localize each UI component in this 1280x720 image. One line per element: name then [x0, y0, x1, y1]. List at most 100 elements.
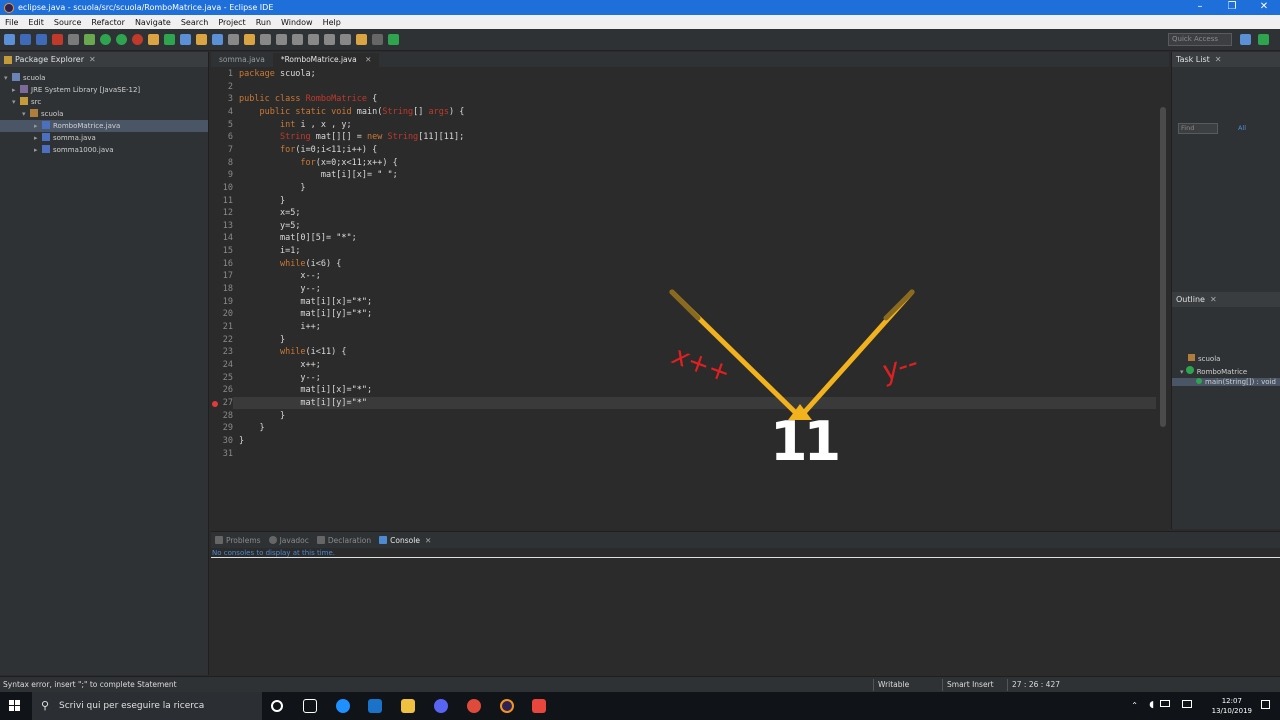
chevron-right-icon[interactable]: ▸ — [34, 132, 42, 144]
tab-declaration[interactable]: Declaration — [316, 536, 371, 545]
close-icon[interactable]: ✕ — [1210, 295, 1217, 304]
discord-icon[interactable] — [434, 699, 448, 713]
code-line: } — [239, 423, 265, 434]
status-bar: Syntax error, insert ";" to complete Sta… — [0, 676, 1280, 692]
forward-icon[interactable] — [372, 34, 383, 45]
chevron-right-icon[interactable]: ▸ — [34, 144, 42, 156]
tree-item-project[interactable]: ▾ scuola — [0, 72, 208, 84]
pin-editor-icon[interactable] — [388, 34, 399, 45]
chevron-down-icon[interactable]: ▾ — [12, 96, 20, 108]
close-icon[interactable]: ✕ — [89, 55, 96, 64]
highlight-icon[interactable] — [244, 34, 255, 45]
menu-run[interactable]: Run — [251, 18, 276, 27]
tree-item-jre[interactable]: ▸ JRE System Library [JavaSE-12] — [0, 84, 208, 96]
run-icon[interactable] — [100, 34, 111, 45]
open-task-icon[interactable] — [196, 34, 207, 45]
toggle-mark-icon[interactable] — [260, 34, 271, 45]
tab-console[interactable]: Console ✕ — [379, 536, 431, 545]
tree-item-somma1000[interactable]: ▸ somma1000.java — [0, 144, 208, 156]
search-icon[interactable] — [212, 34, 223, 45]
code-line: x=5; — [279, 208, 301, 219]
annotation-icon[interactable] — [228, 34, 239, 45]
menu-refactor[interactable]: Refactor — [86, 18, 130, 27]
save-all-icon[interactable] — [36, 34, 47, 45]
menu-edit[interactable]: Edit — [23, 18, 49, 27]
tab-somma[interactable]: somma.java — [211, 53, 273, 67]
battery-icon[interactable] — [1160, 700, 1170, 707]
outline-item-method[interactable]: main(String[]) : void — [1172, 378, 1280, 386]
word-wrap-icon[interactable] — [276, 34, 287, 45]
outline-item-package[interactable]: scuola — [1188, 354, 1220, 363]
chevron-down-icon[interactable]: ▾ — [4, 72, 12, 84]
chevron-down-icon[interactable]: ▾ — [22, 108, 30, 120]
network-icon[interactable] — [1182, 700, 1192, 708]
print-icon[interactable] — [52, 34, 63, 45]
skip-breakpoints-icon[interactable] — [68, 34, 79, 45]
coverage-icon[interactable] — [116, 34, 127, 45]
back-icon[interactable] — [356, 34, 367, 45]
edge-icon[interactable] — [336, 699, 350, 713]
chevron-up-icon[interactable]: ⌃ — [1131, 701, 1138, 710]
camtasia-icon[interactable] — [532, 699, 546, 713]
chevron-down-icon[interactable]: ▾ — [1180, 368, 1184, 376]
close-icon[interactable]: ✕ — [365, 55, 371, 64]
debug-icon[interactable] — [84, 34, 95, 45]
windows-start-icon[interactable] — [9, 700, 21, 712]
menu-source[interactable]: Source — [49, 18, 86, 27]
maximize-button[interactable]: ❐ — [1216, 0, 1248, 15]
whitespace-icon[interactable] — [308, 34, 319, 45]
new-icon[interactable] — [4, 34, 15, 45]
tab-problems[interactable]: Problems — [215, 536, 261, 545]
notifications-icon[interactable] — [1261, 700, 1270, 709]
menu-window[interactable]: Window — [276, 18, 318, 27]
line-number: 3 — [227, 94, 233, 105]
menu-help[interactable]: Help — [318, 18, 346, 27]
task-view-icon[interactable] — [303, 699, 317, 713]
tree-item-rombomatrice[interactable]: ▸ RomboMatrice.java — [0, 120, 208, 132]
line-number: 23 — [222, 347, 233, 358]
block-selection-icon[interactable] — [292, 34, 303, 45]
java-perspective-icon[interactable] — [1258, 34, 1269, 45]
save-icon[interactable] — [20, 34, 31, 45]
taskbar-clock[interactable]: 12:07 13/10/2019 — [1212, 696, 1252, 716]
perspective-icon[interactable] — [1240, 34, 1251, 45]
open-type-icon[interactable] — [180, 34, 191, 45]
chevron-right-icon[interactable]: ▸ — [34, 120, 42, 132]
new-java-package-icon[interactable] — [148, 34, 159, 45]
close-icon[interactable]: ✕ — [425, 536, 431, 545]
taskbar-search-box[interactable]: ⚲ Scrivi qui per eseguire la ricerca — [32, 692, 262, 720]
tree-item-src[interactable]: ▾ src — [0, 96, 208, 108]
error-marker-icon[interactable] — [212, 400, 218, 407]
chevron-right-icon[interactable]: ▸ — [12, 84, 20, 96]
task-find-input[interactable]: Find — [1178, 123, 1218, 134]
task-all-link[interactable]: All — [1238, 124, 1246, 132]
tab-rombomatrice[interactable]: *RomboMatrice.java ✕ — [272, 53, 380, 67]
outline-tab[interactable]: Outline ✕ — [1172, 292, 1280, 307]
external-tools-icon[interactable] — [132, 34, 143, 45]
volume-icon[interactable]: ◖ — [1149, 700, 1154, 710]
menu-project[interactable]: Project — [213, 18, 250, 27]
cortana-icon[interactable] — [271, 700, 283, 712]
tab-javadoc[interactable]: Javadoc — [268, 536, 309, 545]
package-explorer-tab[interactable]: Package Explorer ✕ — [0, 52, 208, 67]
close-button[interactable]: ✕ — [1248, 0, 1280, 15]
task-list-tab[interactable]: Task List ✕ — [1172, 52, 1280, 67]
minimize-button[interactable]: – — [1184, 0, 1216, 15]
project-icon — [12, 73, 20, 81]
new-java-class-icon[interactable] — [164, 34, 175, 45]
outline-item-class[interactable]: ▾ RomboMatrice — [1180, 366, 1247, 376]
close-icon[interactable]: ✕ — [1215, 55, 1222, 64]
menu-search[interactable]: Search — [176, 18, 213, 27]
eclipse-taskbar-icon[interactable] — [500, 699, 514, 713]
quick-access-input[interactable]: Quick Access — [1168, 33, 1232, 46]
editor-scrollbar[interactable] — [1160, 107, 1166, 427]
previous-annotation-icon[interactable] — [340, 34, 351, 45]
tree-item-package[interactable]: ▾ scuola — [0, 108, 208, 120]
tree-item-somma[interactable]: ▸ somma.java — [0, 132, 208, 144]
steam-icon[interactable] — [368, 699, 382, 713]
menu-navigate[interactable]: Navigate — [130, 18, 176, 27]
menu-file[interactable]: File — [0, 18, 23, 27]
next-annotation-icon[interactable] — [324, 34, 335, 45]
chrome-icon[interactable] — [467, 699, 481, 713]
file-explorer-icon[interactable] — [401, 699, 415, 713]
